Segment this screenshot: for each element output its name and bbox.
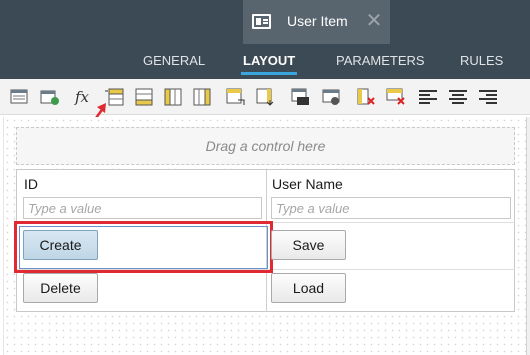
drop-zone[interactable]: Drag a control here — [16, 127, 515, 165]
id-input[interactable] — [23, 197, 262, 219]
form-grid-icon[interactable] — [10, 88, 30, 106]
drop-zone-hint: Drag a control here — [205, 138, 326, 154]
insert-row-below-icon[interactable] — [134, 88, 154, 106]
user-name-input[interactable] — [271, 197, 511, 219]
split-cells-icon[interactable] — [256, 88, 276, 106]
load-button[interactable]: Load — [271, 273, 346, 303]
table-properties-icon[interactable] — [322, 88, 342, 106]
align-right-icon[interactable] — [478, 88, 498, 106]
tab-parameters[interactable]: PARAMETERS — [336, 53, 425, 68]
delete-row-icon[interactable] — [386, 88, 406, 106]
save-button[interactable]: Save — [271, 230, 346, 260]
active-tab-indicator — [241, 72, 297, 75]
document-tab[interactable]: User Item ✕ — [243, 0, 390, 44]
canvas-scroll-edge — [526, 117, 530, 355]
column-label-user-name: User Name — [272, 176, 343, 192]
align-left-icon[interactable] — [418, 88, 438, 106]
cell-properties-icon[interactable] — [291, 88, 311, 106]
edit-form-icon[interactable] — [40, 88, 60, 106]
delete-column-icon[interactable] — [356, 88, 376, 106]
form-icon — [252, 14, 271, 29]
create-button[interactable]: Create — [23, 230, 98, 260]
delete-button[interactable]: Delete — [23, 273, 98, 303]
layout-toolbar: fx — [0, 79, 530, 115]
close-icon[interactable]: ✕ — [365, 10, 383, 32]
insert-column-right-icon[interactable] — [192, 88, 212, 106]
tab-layout[interactable]: LAYOUT — [243, 53, 295, 68]
align-center-icon[interactable] — [448, 88, 468, 106]
document-title: User Item — [287, 13, 348, 29]
tab-general[interactable]: GENERAL — [143, 53, 205, 68]
merge-cells-icon[interactable] — [226, 88, 246, 106]
column-label-id: ID — [24, 176, 38, 192]
tab-rules[interactable]: RULES — [460, 53, 503, 68]
insert-column-left-icon[interactable] — [163, 88, 183, 106]
